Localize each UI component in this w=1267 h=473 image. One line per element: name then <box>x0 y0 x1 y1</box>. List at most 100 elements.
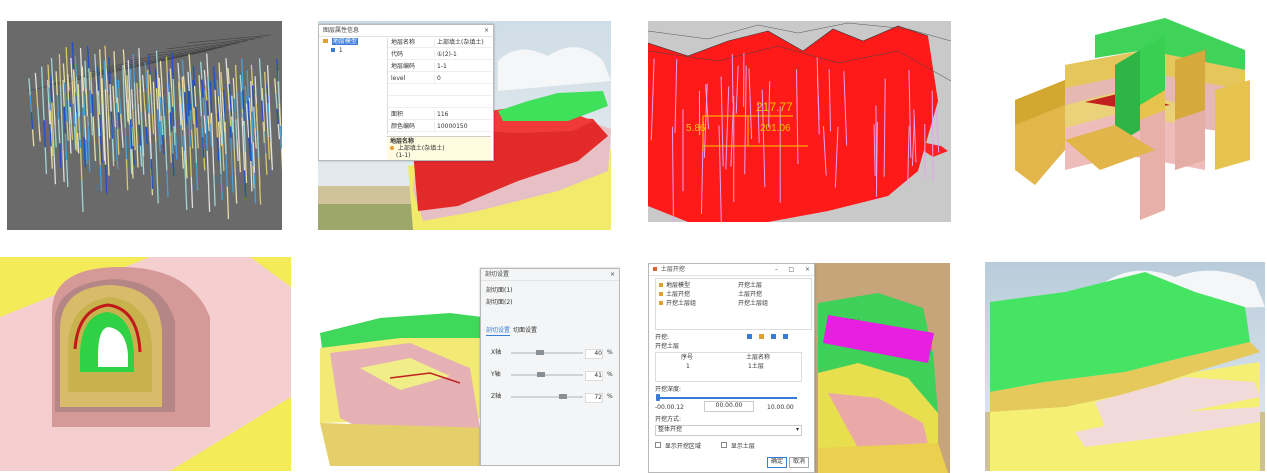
tree-item-label: 1 <box>338 47 343 54</box>
property-key: 颜色编码 <box>391 123 416 130</box>
slider-label: 开挖深度: <box>655 386 682 393</box>
section-dialog[interactable]: 剖切设置 × 剖切面(1) 剖切面(2) 剖切设置 切面设置 X轴 40% Y轴 41… <box>480 268 620 466</box>
select-label: 开挖方式: <box>655 416 682 423</box>
close-icon[interactable]: × <box>484 25 489 36</box>
warning-icon <box>390 146 394 150</box>
chevron-down-icon: ▾ <box>795 426 799 433</box>
axis-unit: % <box>607 371 613 378</box>
tree-item-label: 地层模型 <box>331 38 358 45</box>
measure-label-top: 217.77 <box>756 100 793 114</box>
ok-button[interactable]: 确定 <box>767 457 787 468</box>
depth-slider[interactable] <box>657 397 797 399</box>
excavation-dialog[interactable]: 土层开挖 – □ × 地层模型 开挖土层 土层开挖 土层开挖 开挖土层组 开挖土层组 开挖… <box>648 263 815 473</box>
checkbox-icon[interactable] <box>655 442 661 448</box>
minimize-icon[interactable]: – <box>775 264 778 275</box>
measure-scene: 217.77 5.86 201.06 <box>648 22 951 222</box>
list-item[interactable]: 地层模型 开挖土层 <box>656 281 811 290</box>
property-row[interactable]: 面积 116 <box>388 110 492 120</box>
list-item-name: 地层模型 <box>666 282 691 289</box>
layer-icon <box>659 292 663 296</box>
axis-slider-thumb[interactable] <box>558 394 567 399</box>
terrain-scene-2 <box>985 262 1265 471</box>
maximize-icon[interactable]: □ <box>788 264 794 275</box>
property-row[interactable] <box>388 98 492 108</box>
panel-terrain-view[interactable] <box>985 262 1265 471</box>
tab-section[interactable]: 剖切设置 <box>486 327 511 336</box>
layer-icon <box>659 283 663 287</box>
method-select[interactable]: 整体开挖 ▾ <box>655 425 802 436</box>
layer-tree[interactable]: 地层模型 1 <box>321 38 385 158</box>
panel-tunnel-view[interactable] <box>0 257 291 471</box>
property-key: 地层名称 <box>391 39 416 46</box>
tunnel-scene <box>0 257 291 471</box>
property-value: 116 <box>434 110 493 119</box>
table-cell-name: 1土层 <box>748 363 764 370</box>
list-item-value: 土层开挖 <box>738 291 763 298</box>
checkbox-icon[interactable] <box>721 442 727 448</box>
slider-thumb[interactable] <box>656 394 660 401</box>
panel-property-view[interactable]: 图层属性信息 × 地层模型 1 地层名称 上部填土(杂填土) 代码 ①(2)-1 地层编… <box>318 21 611 230</box>
save-icon[interactable] <box>782 334 788 339</box>
panel-excavation-view[interactable]: · ··· · 土层开挖 – □ × 地层模型 开挖土层 土层开挖 土层开挖 开挖土层组… <box>648 263 950 473</box>
excavation-dialog-titlebar[interactable]: 土层开挖 – □ × <box>649 264 814 276</box>
section-dialog-titlebar[interactable]: 剖切设置 × <box>481 269 619 281</box>
sub-label: 开挖土层 <box>655 343 680 350</box>
axis-value[interactable]: 40 <box>585 349 603 359</box>
axis-slider[interactable] <box>511 396 583 398</box>
tree-item-root[interactable]: 地层模型 <box>323 38 358 46</box>
property-key: level <box>391 75 406 82</box>
panel-measure-view[interactable]: 217.77 5.86 201.06 <box>648 21 951 222</box>
panel-section-view[interactable]: 剖切设置 × 剖切面(1) 剖切面(2) 剖切设置 切面设置 X轴 40% Y轴 41… <box>320 258 620 466</box>
axis-unit: % <box>607 393 613 400</box>
tree-item-child[interactable]: 1 <box>331 47 343 55</box>
property-dialog-titlebar[interactable]: 图层属性信息 × <box>319 25 493 37</box>
property-footer: 地层名称 上部填土(杂填土) (1-1) <box>387 136 491 160</box>
excavation-dialog-title: 土层开挖 <box>660 266 685 273</box>
axis-unit: % <box>607 349 613 356</box>
property-row[interactable] <box>388 86 492 96</box>
close-icon[interactable]: × <box>805 264 810 275</box>
axis-slider-thumb[interactable] <box>536 372 545 377</box>
delete-icon[interactable] <box>770 334 776 339</box>
axis-label: Y轴 <box>491 371 501 378</box>
property-key: 代码 <box>391 51 404 58</box>
slider-value[interactable]: 00.00.00 <box>704 401 754 412</box>
list-item[interactable]: 土层开挖 土层开挖 <box>656 290 811 299</box>
property-row[interactable]: 颜色编码 10000150 <box>388 122 492 132</box>
section-label: 开挖: <box>655 334 670 341</box>
property-row[interactable]: level 0 <box>388 74 492 84</box>
property-row[interactable]: 地层编码 1-1 <box>388 62 492 72</box>
layer-list[interactable]: 地层模型 开挖土层土层开挖 土层开挖 开挖土层组 开挖土层组 <box>655 278 812 330</box>
borehole-canvas <box>26 34 282 220</box>
list-item-name: 土层开挖 <box>666 291 691 298</box>
axis-value[interactable]: 72 <box>585 393 603 403</box>
panel-borehole-view[interactable] <box>7 21 282 230</box>
axis-value[interactable]: 41 <box>585 371 603 381</box>
property-dialog[interactable]: 图层属性信息 × 地层模型 1 地层名称 上部填土(杂填土) 代码 ①(2)-1 地层编… <box>318 24 494 161</box>
axis-slider-thumb[interactable] <box>535 350 544 355</box>
list-item-value: 开挖土层 <box>738 282 763 289</box>
cancel-button[interactable]: 取消 <box>789 457 809 468</box>
axis-slider[interactable] <box>511 374 583 376</box>
tab-cut[interactable]: 切面设置 <box>513 327 537 335</box>
property-row[interactable]: 地层名称 上部填土(杂填土) <box>388 38 492 48</box>
axis-slider[interactable] <box>511 352 583 354</box>
checkbox-label: 显示土层 <box>730 443 755 450</box>
property-value: 上部填土(杂填土) <box>434 38 493 47</box>
folder-icon[interactable] <box>758 334 764 339</box>
axis-label: Z轴 <box>491 393 502 400</box>
layer-table[interactable]: 序号 土层名称 1 1土层 <box>655 352 802 382</box>
checkbox-label: 显示开挖区域 <box>664 443 701 450</box>
app-icon <box>653 267 657 271</box>
section-line-1: 剖切面(1) <box>486 287 513 294</box>
property-dialog-title: 图层属性信息 <box>323 27 360 34</box>
property-row[interactable]: 代码 ①(2)-1 <box>388 50 492 60</box>
option-layer[interactable]: 显示土层 <box>721 442 755 451</box>
panel-fence-view[interactable] <box>1005 10 1260 220</box>
measure-label-mid: 201.06 <box>760 123 791 134</box>
option-area[interactable]: 显示开挖区域 <box>655 442 701 451</box>
close-icon[interactable]: × <box>610 269 615 280</box>
add-icon[interactable] <box>747 334 752 339</box>
property-key: 地层编码 <box>391 63 416 70</box>
list-item[interactable]: 开挖土层组 开挖土层组 <box>656 299 811 308</box>
